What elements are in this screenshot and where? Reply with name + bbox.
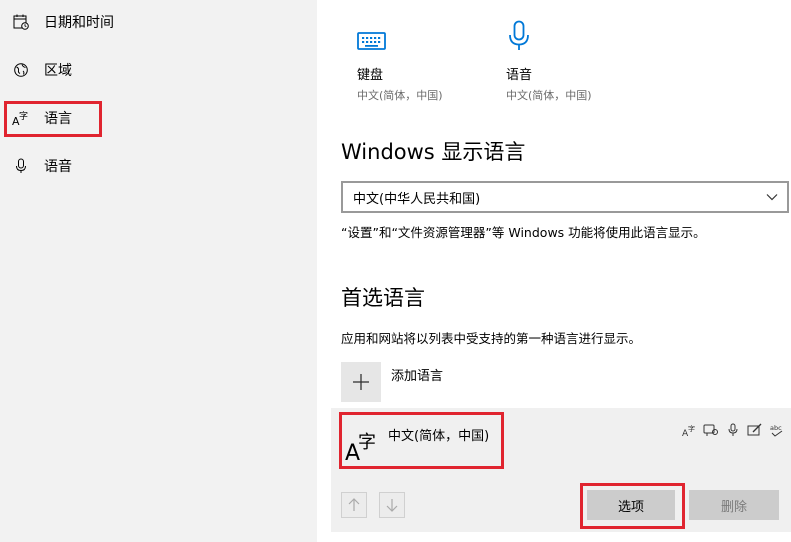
remove-button[interactable]: 删除 — [689, 490, 779, 520]
move-down-button[interactable] — [379, 492, 405, 518]
calendar-clock-icon — [12, 13, 30, 31]
move-up-button[interactable] — [341, 492, 367, 518]
arrow-down-icon — [386, 499, 398, 512]
handwriting-feature-icon — [747, 422, 763, 438]
preferred-languages-note: 应用和网站将以列表中受支持的第一种语言进行显示。 — [341, 331, 642, 346]
tile-speech[interactable]: 语音 中文(简体，中国) — [506, 18, 636, 103]
display-language-feature-icon: A字 — [681, 422, 697, 438]
tile-subtitle: 中文(简体，中国) — [506, 89, 592, 102]
highlight-box-language — [4, 101, 102, 137]
keyboard-icon — [357, 18, 487, 52]
chevron-down-icon — [765, 190, 779, 208]
globe-region-icon — [12, 61, 30, 79]
plus-icon — [353, 374, 369, 390]
language-settings-panel: 键盘 中文(简体，中国) 语音 中文(简体，中国) Windows 显示语言 中… — [317, 0, 791, 542]
add-language-label[interactable]: 添加语言 — [391, 365, 443, 384]
language-feature-icons: A字 abc — [681, 422, 785, 438]
tile-title: 语音 — [506, 68, 533, 83]
add-language-button[interactable] — [341, 362, 381, 402]
microphone-icon — [506, 18, 636, 52]
tile-title: 键盘 — [357, 68, 384, 83]
dropdown-value: 中文(中华人民共和国) — [353, 191, 481, 207]
preferred-languages-heading: 首选语言 — [341, 286, 425, 310]
sidebar-item-speech[interactable]: 语音 — [0, 146, 317, 186]
display-language-note: “设置”和“文件资源管理器”等 Windows 功能将使用此语言显示。 — [341, 225, 706, 240]
sidebar-item-label: 区域 — [44, 63, 72, 79]
display-language-dropdown[interactable]: 中文(中华人民共和国) — [341, 181, 789, 213]
highlight-box-options — [580, 483, 685, 529]
svg-text:字: 字 — [688, 424, 695, 433]
svg-text:abc: abc — [770, 424, 782, 432]
sidebar-item-date-time[interactable]: 日期和时间 — [0, 2, 317, 42]
display-language-heading: Windows 显示语言 — [341, 140, 526, 164]
sidebar: 日期和时间 区域 A字 语言 语音 — [0, 0, 317, 542]
sidebar-item-label: 语音 — [44, 159, 72, 175]
text-to-speech-feature-icon — [703, 422, 719, 438]
sidebar-item-label: 日期和时间 — [44, 15, 114, 31]
tile-keyboard[interactable]: 键盘 中文(简体，中国) — [357, 18, 487, 103]
arrow-up-icon — [348, 498, 360, 511]
speech-recognition-feature-icon — [725, 422, 741, 438]
spell-check-feature-icon: abc — [769, 422, 785, 438]
microphone-icon — [12, 157, 30, 175]
highlight-box-language-entry — [339, 412, 504, 469]
tile-subtitle: 中文(简体，中国) — [357, 89, 443, 102]
sidebar-item-region[interactable]: 区域 — [0, 50, 317, 90]
